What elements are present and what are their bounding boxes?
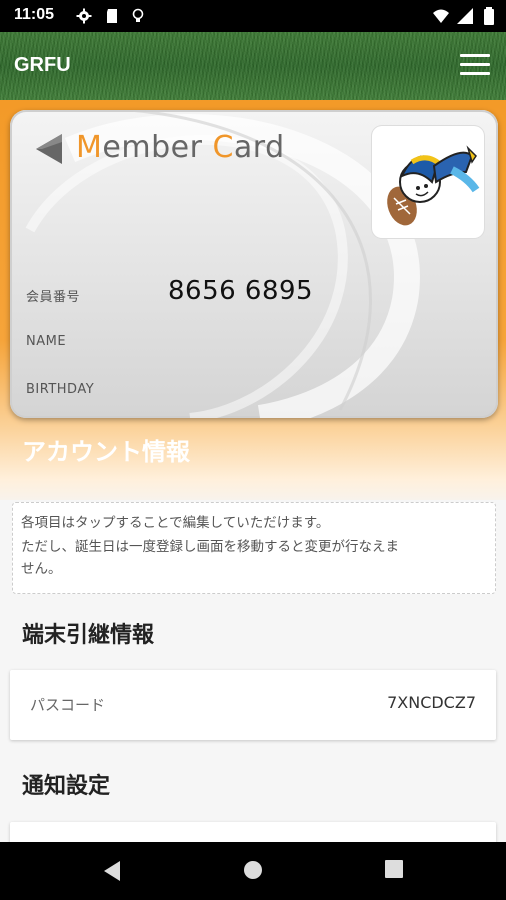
notice-line: せん。 xyxy=(21,561,62,577)
birthday-label[interactable]: BIRTHDAY xyxy=(26,382,94,397)
card-arrow-icon xyxy=(36,134,62,164)
notice-line: ただし、誕生日は一度登録し画面を移動すると変更が行なえま xyxy=(21,539,399,555)
navigation-bar xyxy=(0,842,506,900)
member-card: Member Card 会員番号 8656 6895 NAME BIRTHDAY xyxy=(10,110,498,418)
status-bar: 11:05 xyxy=(0,0,506,32)
settings-icon xyxy=(76,8,92,24)
app-bar: GRFU xyxy=(0,32,506,100)
member-number: 8656 6895 xyxy=(168,276,314,306)
recents-icon[interactable] xyxy=(385,860,403,878)
sd-card-icon xyxy=(107,9,117,23)
team-mascot-logo xyxy=(372,126,484,238)
passcode-row[interactable]: パスコード 7XNCDCZ7 xyxy=(10,670,496,740)
notification-settings-heading: 通知設定 xyxy=(22,774,111,799)
status-time: 11:05 xyxy=(14,6,55,23)
account-info-heading: アカウント情報 xyxy=(22,438,190,466)
home-icon[interactable] xyxy=(243,860,263,880)
edit-notice: 各項目はタップすることで編集していただけます。 ただし、誕生日は一度登録し画面を… xyxy=(12,502,496,594)
notice-line: 各項目はタップすることで編集していただけます。 xyxy=(21,515,330,531)
battery-icon xyxy=(484,7,494,25)
member-number-label: 会員番号 xyxy=(26,290,81,305)
wifi-icon xyxy=(433,9,449,23)
passcode-label: パスコード xyxy=(30,696,106,714)
back-icon[interactable] xyxy=(102,860,122,882)
bulb-icon xyxy=(132,8,144,22)
app-title: GRFU xyxy=(14,54,71,76)
signal-icon xyxy=(457,8,473,24)
device-transfer-heading: 端末引継情報 xyxy=(22,623,155,648)
passcode-value: 7XNCDCZ7 xyxy=(387,693,476,712)
card-title: Member Card xyxy=(76,130,285,165)
hamburger-menu-icon[interactable] xyxy=(460,54,490,76)
name-label[interactable]: NAME xyxy=(26,334,66,349)
